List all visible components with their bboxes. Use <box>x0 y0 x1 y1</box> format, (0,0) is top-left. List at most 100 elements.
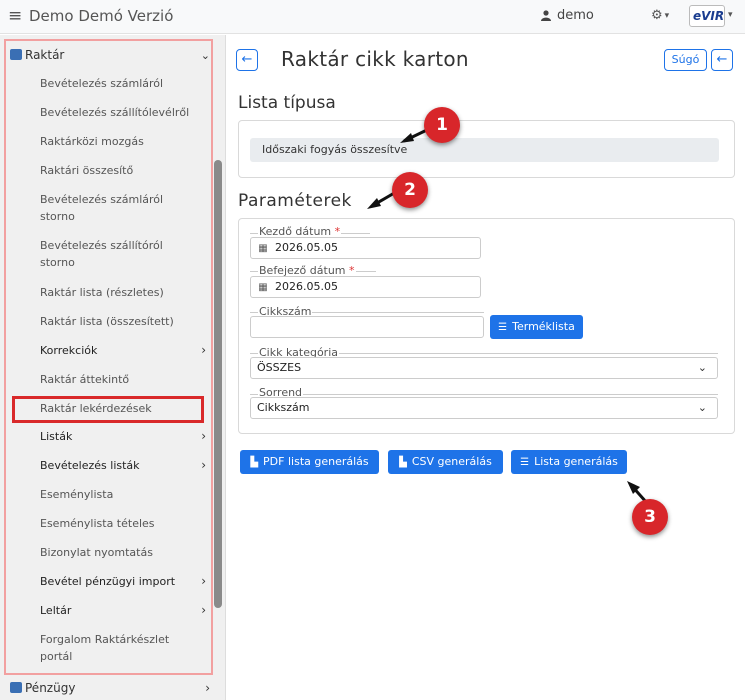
list-icon: ☰ <box>520 457 530 468</box>
list-generate-button[interactable]: ☰ Lista generálás <box>511 450 627 474</box>
sidebar-item-raktarkozi-mozgas[interactable]: Raktárközi mozgás <box>40 133 208 150</box>
hamburger-menu-icon[interactable]: ≡ <box>8 8 22 25</box>
sidebar-item-korrekciok[interactable]: Korrekciók › <box>40 342 208 359</box>
sidebar-item-bizonylat-nyomtatas[interactable]: Bizonylat nyomtatás <box>40 544 208 561</box>
sidebar-item-label: Raktár lista (összesített) <box>40 315 174 328</box>
sidebar-item-bevetel-penzugyi-import[interactable]: Bevétel pénzügyi import › <box>40 573 208 590</box>
pdf-generate-button[interactable]: ▙ PDF lista generálás <box>240 450 379 474</box>
highlight-frame <box>12 396 204 423</box>
sidebar-item-raktar-attekinto[interactable]: Raktár áttekintő <box>40 371 208 388</box>
sidebar-item-esemenylista[interactable]: Eseménylista <box>40 486 208 503</box>
sidebar-item-label: Leltár <box>40 604 72 617</box>
app-logo[interactable]: eVIR <box>689 5 725 27</box>
pdf-generate-button-label: PDF lista generálás <box>263 455 369 468</box>
sidebar-item-label: Forgalom Raktárkészlet portál <box>40 633 170 663</box>
sidebar-item-label: Eseménylista tételes <box>40 517 155 530</box>
sidebar-item-label: Raktár áttekintő <box>40 373 130 386</box>
sidebar-item-bevetelezes-szallitorol-storno[interactable]: Bevételezés szállítóról storno <box>40 237 180 271</box>
sidebar-item-raktari-osszesito[interactable]: Raktári összesítő <box>40 162 208 179</box>
category-select[interactable]: ÖSSZES ⌄ <box>250 357 718 379</box>
sidebar-item-bevetelezes-szamlarol[interactable]: Bevételezés számláról <box>40 75 208 92</box>
order-value: Cikkszám <box>257 401 310 414</box>
sidebar: Raktár ⌄ Bevételezés számláról Bevételez… <box>0 35 226 700</box>
sidebar-item-label: Bevételezés szállítólevélről <box>40 106 190 119</box>
params-heading: Paraméterek <box>238 191 352 211</box>
sidebar-item-bevetelezes-szallitolevelrol[interactable]: Bevételezés szállítólevélről <box>40 104 208 121</box>
order-select[interactable]: Cikkszám ⌄ <box>250 397 718 419</box>
sidebar-group-raktar[interactable]: Raktár ⌄ <box>10 48 210 62</box>
top-bar: ≡ Demo Demó Verzió demo ⚙ ▾ eVIR ▾ <box>0 0 745 34</box>
sidebar-item-label: Raktárközi mozgás <box>40 135 144 148</box>
sidebar-item-label: Bevételezés szállítóról storno <box>40 239 163 269</box>
end-date-field[interactable]: ▦ 2026.05.05 <box>250 276 481 298</box>
product-list-button[interactable]: ☰ Terméklista <box>490 315 583 339</box>
sidebar-item-esemenylista-teteles[interactable]: Eseménylista tételes <box>40 515 208 532</box>
arrowhead-3 <box>627 481 640 494</box>
list-type-heading: Lista típusa <box>238 93 336 113</box>
sidebar-scrollbar[interactable] <box>214 160 222 608</box>
list-type-field: Időszaki fogyás összesítve <box>250 138 719 162</box>
calendar-icon: ▦ <box>258 282 268 293</box>
sidebar-item-listak[interactable]: Listák › <box>40 428 208 445</box>
sidebar-item-label: Raktári összesítő <box>40 164 134 177</box>
csv-file-icon: ▙ <box>399 457 407 468</box>
sidebar-item-label: Listák <box>40 430 73 443</box>
category-value: ÖSSZES <box>257 361 302 374</box>
sidebar-item-bevetelezes-szamlarol-storno[interactable]: Bevételezés számláról storno <box>40 191 180 225</box>
sidebar-item-label: Korrekciók <box>40 344 98 357</box>
sidebar-item-label: Bevétel pénzügyi import <box>40 575 176 588</box>
caret-down-icon: ▾ <box>664 10 670 21</box>
chevron-down-icon: ⌄ <box>200 49 210 62</box>
csv-generate-button[interactable]: ▙ CSV generálás <box>388 450 503 474</box>
arrowhead-2 <box>367 198 381 209</box>
fieldset-line <box>250 394 718 395</box>
sidebar-item-label: Raktár lista (részletes) <box>40 286 164 299</box>
sidebar-item-label: Bevételezés számláról <box>40 77 164 90</box>
finance-icon <box>10 682 22 693</box>
sidebar-group-label: Raktár <box>25 48 65 62</box>
end-date-value: 2026.05.05 <box>275 280 338 293</box>
user-menu[interactable]: demo <box>541 8 594 23</box>
chevron-right-icon: › <box>201 343 206 357</box>
sidebar-item-forgalom-raktarkeszlet-portal[interactable]: Forgalom Raktárkészlet portál <box>40 631 200 665</box>
chevron-right-icon: › <box>201 458 206 472</box>
start-date-field[interactable]: ▦ 2026.05.05 <box>250 237 481 259</box>
app-title: Demo Demó Verzió <box>29 7 174 25</box>
back-button-right[interactable]: ← <box>711 49 733 71</box>
chevron-right-icon: › <box>201 574 206 588</box>
user-icon <box>541 10 551 21</box>
calendar-icon: ▦ <box>258 243 268 254</box>
arrow-left-icon: ← <box>716 52 728 67</box>
chevron-down-icon: ⌄ <box>697 361 707 374</box>
help-button[interactable]: Súgó <box>664 49 707 71</box>
annotation-badge-2: 2 <box>392 172 428 208</box>
item-no-input[interactable] <box>250 316 484 338</box>
logo-caret-icon[interactable]: ▾ <box>728 10 733 20</box>
sidebar-item-raktar-lista-reszletes[interactable]: Raktár lista (részletes) <box>40 284 208 301</box>
start-date-value: 2026.05.05 <box>275 241 338 254</box>
sidebar-item-raktar-lista-osszesitett[interactable]: Raktár lista (összesített) <box>40 313 208 330</box>
sidebar-item-bevetelezes-listak[interactable]: Bevételezés listák › <box>40 457 208 474</box>
page-title: Raktár cikk karton <box>281 47 469 71</box>
settings-menu[interactable]: ⚙ ▾ <box>651 8 669 23</box>
sidebar-item-label: Bevételezés listák <box>40 459 140 472</box>
back-button[interactable]: ← <box>236 49 258 71</box>
user-name: demo <box>557 8 594 23</box>
sidebar-item-label: Bevételezés számláról storno <box>40 193 164 223</box>
gear-icon: ⚙ <box>651 8 663 23</box>
list-generate-button-label: Lista generálás <box>534 455 618 468</box>
chevron-right-icon: › <box>201 429 206 443</box>
product-list-button-label: Terméklista <box>512 320 575 333</box>
warehouse-icon <box>10 49 22 60</box>
annotation-badge-3: 3 <box>632 499 668 535</box>
annotation-badge-1: 1 <box>424 107 460 143</box>
sidebar-item-label: Bizonylat nyomtatás <box>40 546 153 559</box>
sidebar-item-leltar[interactable]: Leltár › <box>40 602 208 619</box>
list-icon: ☰ <box>498 322 508 333</box>
pdf-file-icon: ▙ <box>250 457 259 468</box>
sidebar-group-penzugy[interactable]: Pénzügy › <box>10 681 210 695</box>
csv-generate-button-label: CSV generálás <box>411 455 492 468</box>
chevron-right-icon: › <box>201 603 206 617</box>
sidebar-group-label: Pénzügy <box>25 681 76 695</box>
sidebar-item-label: Eseménylista <box>40 488 114 501</box>
